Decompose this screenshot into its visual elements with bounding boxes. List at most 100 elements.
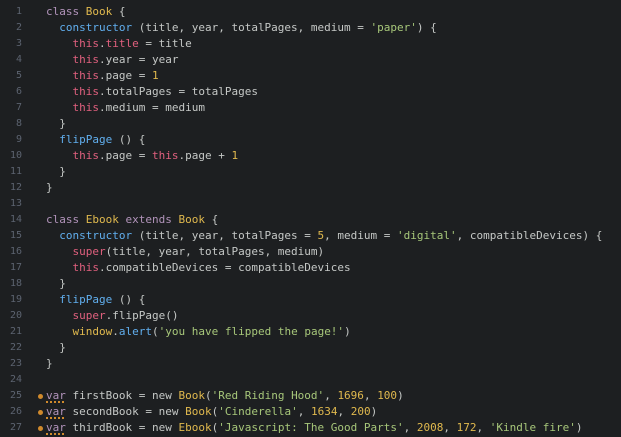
line-number: 9 xyxy=(15,134,22,145)
code-token: .medium = medium xyxy=(99,101,205,114)
code-line[interactable]: 26 var secondBook = new Book('Cinderella'… xyxy=(0,404,621,420)
code-text: var secondBook = new Book('Cinderella', … xyxy=(46,404,377,420)
line-number: 25 xyxy=(9,390,22,401)
code-token: this xyxy=(72,53,100,66)
code-text: window.alert('you have flipped the page!… xyxy=(46,324,351,340)
code-line[interactable]: 15 constructor (title, year, totalPages … xyxy=(0,228,621,244)
code-token: , compatibleDevices) { xyxy=(456,229,603,242)
code-token: } xyxy=(59,117,66,130)
line-number: 5 xyxy=(15,70,22,81)
line-number: 14 xyxy=(9,214,22,225)
code-token: this xyxy=(72,37,100,50)
code-token: this xyxy=(72,101,100,114)
code-text: flipPage () { xyxy=(46,292,145,308)
code-token: 172 xyxy=(456,421,477,434)
code-area[interactable]: 1 class Book {2 constructor (title, year,… xyxy=(0,4,621,436)
code-line[interactable]: 14 class Ebook extends Book { xyxy=(0,212,621,228)
code-token: , xyxy=(476,421,490,434)
code-token: = title xyxy=(138,37,192,50)
warning-marker-icon[interactable] xyxy=(38,410,43,415)
code-token: 'Red Riding Hood' xyxy=(211,389,325,402)
line-number: 21 xyxy=(9,326,22,337)
code-line[interactable]: 19 flipPage () { xyxy=(0,292,621,308)
code-line[interactable]: 1 class Book { xyxy=(0,4,621,20)
code-text: this.page = 1 xyxy=(46,68,159,84)
code-line[interactable]: 8 } xyxy=(0,116,621,132)
code-text: } xyxy=(46,180,53,196)
line-number: 20 xyxy=(9,310,22,321)
code-token: var xyxy=(46,405,66,418)
code-token: , xyxy=(363,389,378,402)
code-text: } xyxy=(46,164,66,180)
code-text: super(title, year, totalPages, medium) xyxy=(46,244,325,260)
code-text: flipPage () { xyxy=(46,132,145,148)
code-line[interactable]: 7 this.medium = medium xyxy=(0,100,621,116)
code-line[interactable]: 25 var firstBook = new Book('Red Riding H… xyxy=(0,388,621,404)
code-line[interactable]: 6 this.totalPages = totalPages xyxy=(0,84,621,100)
line-number: 16 xyxy=(9,246,22,257)
code-token: ) xyxy=(575,421,583,434)
code-line[interactable]: 5 this.page = 1 xyxy=(0,68,621,84)
code-line[interactable]: 27 var thirdBook = new Ebook('Javascript:… xyxy=(0,420,621,436)
code-line[interactable]: 23} xyxy=(0,356,621,372)
code-line[interactable]: 10 this.page = this.page + 1 xyxy=(0,148,621,164)
line-number: 13 xyxy=(9,198,22,209)
code-token: Ebook xyxy=(178,421,212,434)
code-token: alert xyxy=(118,325,152,338)
code-line[interactable]: 20 super.flipPage() xyxy=(0,308,621,324)
line-number: 7 xyxy=(15,102,22,113)
code-line[interactable]: 21 window.alert('you have flipped the pa… xyxy=(0,324,621,340)
code-token: , xyxy=(337,405,351,418)
code-token: this xyxy=(72,149,100,162)
code-token: 100 xyxy=(377,389,398,402)
code-line[interactable]: 2 constructor (title, year, totalPages, … xyxy=(0,20,621,36)
warning-marker-icon[interactable] xyxy=(38,394,43,399)
code-text: this.page = this.page + 1 xyxy=(46,148,239,164)
code-token: 'Javascript: The Good Parts' xyxy=(218,421,404,434)
line-number: 4 xyxy=(15,54,22,65)
code-line[interactable]: 17 this.compatibleDevices = compatibleDe… xyxy=(0,260,621,276)
code-line[interactable]: 12} xyxy=(0,180,621,196)
code-token: flipPage xyxy=(59,293,113,306)
code-token: ( xyxy=(152,325,159,338)
code-token: } xyxy=(59,165,66,178)
code-token: flipPage xyxy=(59,133,113,146)
code-line[interactable]: 24 xyxy=(0,372,621,388)
code-line[interactable]: 3 this.title = title xyxy=(0,36,621,52)
code-line[interactable]: 4 this.year = year xyxy=(0,52,621,68)
code-text: this.totalPages = totalPages xyxy=(46,84,258,100)
code-line[interactable]: 9 flipPage () { xyxy=(0,132,621,148)
code-token: } xyxy=(59,277,66,290)
code-line[interactable]: 18 } xyxy=(0,276,621,292)
code-line[interactable]: 13 xyxy=(0,196,621,212)
code-token: var xyxy=(46,421,66,434)
warning-marker-icon[interactable] xyxy=(38,426,43,431)
code-token: } xyxy=(59,341,66,354)
code-token: ( xyxy=(204,389,212,402)
code-token: (title, year, totalPages, medium) xyxy=(105,245,325,258)
code-token: constructor xyxy=(59,21,133,34)
line-number: 15 xyxy=(9,230,22,241)
code-line[interactable]: 16 super(title, year, totalPages, medium… xyxy=(0,244,621,260)
code-token: , xyxy=(297,405,311,418)
code-line[interactable]: 22 } xyxy=(0,340,621,356)
code-token: 'you have flipped the page!' xyxy=(158,325,345,338)
code-token: .compatibleDevices = compatibleDevices xyxy=(99,261,351,274)
code-text: class Ebook extends Book { xyxy=(46,212,218,228)
code-line[interactable]: 11 } xyxy=(0,164,621,180)
code-editor[interactable]: 1 class Book {2 constructor (title, year,… xyxy=(0,0,621,437)
code-text: var thirdBook = new Ebook('Javascript: T… xyxy=(46,420,583,436)
code-token: Ebook xyxy=(85,213,119,226)
line-number: 8 xyxy=(15,118,22,129)
code-text: } xyxy=(46,116,66,132)
